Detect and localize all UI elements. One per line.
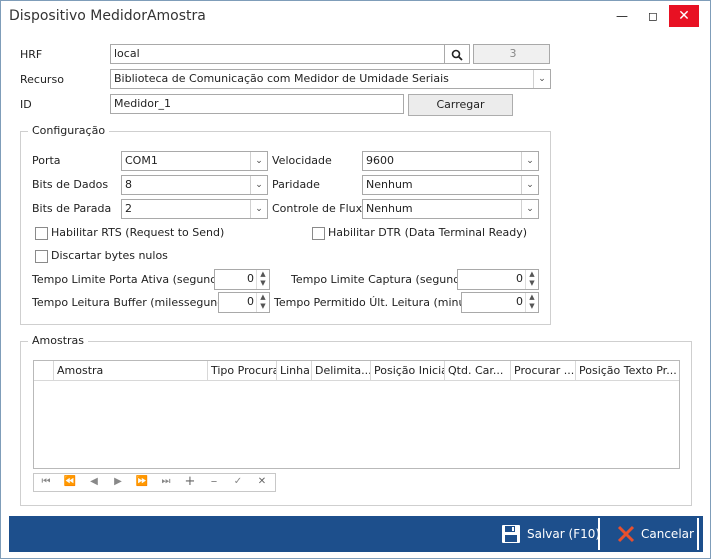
close-window-button[interactable]: ✕ — [669, 5, 699, 27]
window-title: Dispositivo MedidorAmostra — [9, 8, 206, 24]
tempo-buffer-value: 0 — [247, 295, 254, 308]
tempo-captura-value: 0 — [516, 272, 523, 285]
column-header-posicao-texto[interactable]: Posição Texto Pr... — [576, 361, 679, 381]
hrf-count-field: 3 — [473, 44, 550, 64]
hrf-search-button[interactable] — [444, 44, 470, 64]
next-page-icon[interactable]: ⏩ — [130, 474, 154, 491]
column-header-amostra[interactable]: Amostra — [54, 361, 208, 381]
footer-separator — [598, 518, 600, 550]
velocidade-value: 9600 — [366, 154, 394, 167]
bits-parada-select[interactable]: 2 ⌄ — [121, 199, 268, 219]
tempo-buffer-spinner[interactable]: 0 ▲ ▼ — [218, 292, 270, 313]
bits-dados-label: Bits de Dados — [32, 178, 109, 191]
column-header-procurar[interactable]: Procurar ... — [511, 361, 576, 381]
amostras-grid[interactable]: Amostra Tipo Procura Linha Delimita... P… — [33, 360, 680, 469]
cancel-button[interactable]: Cancelar — [613, 520, 695, 548]
controle-fluxo-label: Controle de Fluxo — [272, 202, 369, 215]
bits-parada-value: 2 — [125, 202, 132, 215]
dtr-label: Habilitar DTR (Data Terminal Ready) — [328, 226, 528, 239]
bits-dados-select[interactable]: 8 ⌄ — [121, 175, 268, 195]
spin-arrows-icon[interactable]: ▲ ▼ — [256, 293, 269, 312]
tempo-captura-label: Tempo Limite Captura (segundos) — [291, 273, 477, 286]
tempo-ult-spinner[interactable]: 0 ▲ ▼ — [461, 292, 539, 313]
column-header-posicao-inicial[interactable]: Posição Inicial — [371, 361, 445, 381]
chevron-down-icon[interactable]: ⌄ — [521, 176, 538, 194]
first-record-icon[interactable]: ⏮ — [34, 474, 58, 491]
last-record-icon[interactable]: ⏭ — [154, 474, 178, 491]
hrf-value: local — [114, 47, 140, 60]
tempo-porta-label: Tempo Limite Porta Ativa (segundos) — [32, 273, 235, 286]
porta-label: Porta — [32, 154, 61, 167]
column-header-delimitador[interactable]: Delimita... — [312, 361, 371, 381]
cancel-x-icon — [617, 525, 635, 543]
porta-select[interactable]: COM1 ⌄ — [121, 151, 268, 171]
column-header-linha[interactable]: Linha — [277, 361, 312, 381]
rts-label: Habilitar RTS (Request to Send) — [51, 226, 225, 239]
tempo-porta-value: 0 — [247, 272, 254, 285]
recurso-value: Biblioteca de Comunicação com Medidor de… — [114, 72, 449, 85]
row-indicator-header — [34, 361, 54, 381]
chevron-down-icon[interactable]: ⌄ — [250, 152, 267, 170]
spin-arrows-icon[interactable]: ▲ ▼ — [525, 293, 538, 312]
maximize-button[interactable]: ◻ — [638, 5, 668, 27]
hrf-count-value: 3 — [509, 47, 517, 60]
hrf-label: HRF — [20, 48, 43, 61]
spin-arrows-icon[interactable]: ▲ ▼ — [525, 270, 538, 289]
tempo-buffer-label: Tempo Leitura Buffer (milessegundos) — [32, 296, 242, 309]
append-icon[interactable]: + — [178, 474, 202, 491]
save-button[interactable]: Salvar (F10) — [498, 520, 600, 548]
controle-fluxo-select[interactable]: Nenhum ⌄ — [362, 199, 539, 219]
id-label: ID — [20, 98, 32, 111]
next-record-icon[interactable]: ▶ — [106, 474, 130, 491]
hrf-input[interactable]: local — [110, 44, 445, 64]
bits-dados-value: 8 — [125, 178, 132, 191]
tempo-ult-value: 0 — [516, 295, 523, 308]
chevron-down-icon[interactable]: ⌄ — [533, 70, 550, 88]
configuracao-title: Configuração — [28, 124, 110, 137]
column-header-qtd-caracteres[interactable]: Qtd. Car... — [445, 361, 511, 381]
chevron-down-icon[interactable]: ⌄ — [521, 152, 538, 170]
recurso-label: Recurso — [20, 73, 64, 86]
grid-navigator: ⏮ ⏪ ◀ ▶ ⏩ ⏭ + – ✓ ✕ — [33, 473, 276, 492]
id-input[interactable]: Medidor_1 — [110, 94, 404, 114]
column-header-tipo-procura[interactable]: Tipo Procura — [208, 361, 277, 381]
amostras-title: Amostras — [28, 334, 89, 347]
tempo-ult-label: Tempo Permitido Últ. Leitura (minutos) — [274, 296, 487, 309]
bits-parada-label: Bits de Parada — [32, 202, 112, 215]
spin-arrows-icon[interactable]: ▲ ▼ — [256, 270, 269, 289]
discartar-checkbox[interactable] — [35, 250, 48, 263]
discartar-label: Discartar bytes nulos — [51, 249, 168, 262]
dtr-checkbox[interactable] — [312, 227, 325, 240]
paridade-value: Nenhum — [366, 178, 413, 191]
cancel-edit-icon[interactable]: ✕ — [250, 474, 274, 491]
chevron-down-icon[interactable]: ⌄ — [250, 176, 267, 194]
post-edit-icon[interactable]: ✓ — [226, 474, 250, 491]
footer-separator — [697, 518, 699, 550]
save-label: Salvar (F10) — [527, 527, 601, 541]
velocidade-label: Velocidade — [272, 154, 332, 167]
paridade-select[interactable]: Nenhum ⌄ — [362, 175, 539, 195]
controle-fluxo-value: Nenhum — [366, 202, 413, 215]
velocidade-select[interactable]: 9600 ⌄ — [362, 151, 539, 171]
prev-page-icon[interactable]: ⏪ — [58, 474, 82, 491]
porta-value: COM1 — [125, 154, 158, 167]
delete-icon[interactable]: – — [202, 474, 226, 491]
id-value: Medidor_1 — [114, 97, 172, 110]
carregar-button[interactable]: Carregar — [408, 94, 513, 116]
chevron-down-icon[interactable]: ⌄ — [250, 200, 267, 218]
paridade-label: Paridade — [272, 178, 320, 191]
minimize-button[interactable]: — — [607, 5, 637, 27]
footer-bar: Salvar (F10) Cancelar — [9, 516, 703, 552]
dialog-window: Dispositivo MedidorAmostra — ◻ ✕ HRF loc… — [0, 0, 711, 559]
prev-record-icon[interactable]: ◀ — [82, 474, 106, 491]
search-icon — [451, 49, 463, 61]
cancel-label: Cancelar — [641, 527, 694, 541]
title-bar: Dispositivo MedidorAmostra — ◻ ✕ — [1, 1, 710, 33]
tempo-captura-spinner[interactable]: 0 ▲ ▼ — [457, 269, 539, 290]
recurso-select[interactable]: Biblioteca de Comunicação com Medidor de… — [110, 69, 551, 89]
floppy-disk-icon — [502, 525, 520, 543]
chevron-down-icon[interactable]: ⌄ — [521, 200, 538, 218]
rts-checkbox[interactable] — [35, 227, 48, 240]
tempo-porta-spinner[interactable]: 0 ▲ ▼ — [214, 269, 270, 290]
